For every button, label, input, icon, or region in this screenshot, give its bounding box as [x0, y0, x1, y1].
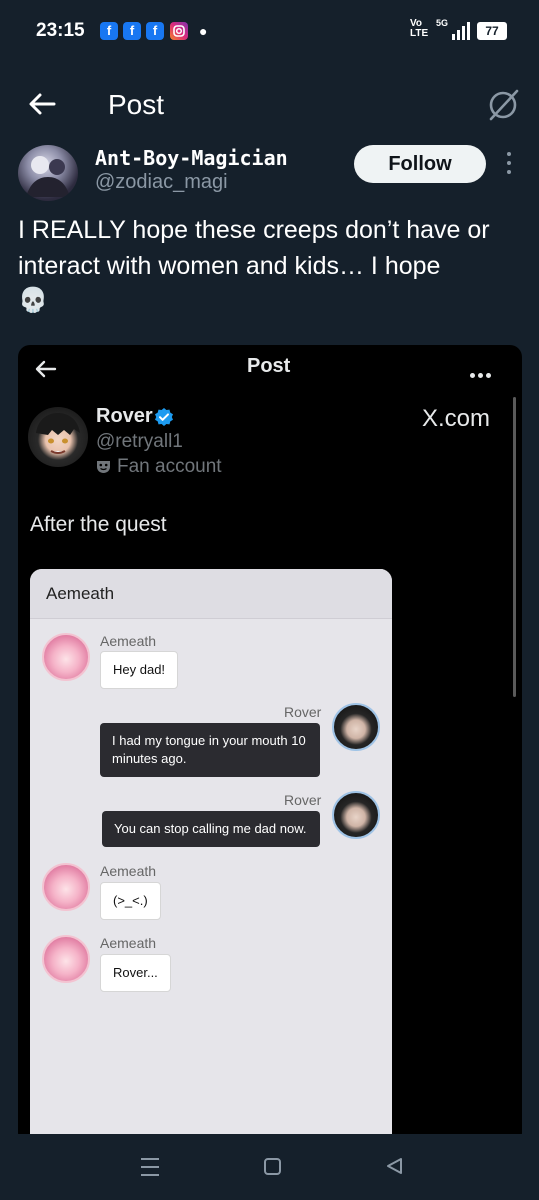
chat-screenshot: Aemeath Aemeath Hey dad! Rover I had my … — [30, 569, 392, 1145]
chat-title: Aemeath — [46, 584, 115, 603]
fan-account-text: Fan account — [117, 456, 222, 477]
message-bubble: Rover... — [100, 954, 171, 992]
author-display-name[interactable]: Ant-Boy-Magician — [95, 146, 288, 170]
embedded-screenshot[interactable]: Post Rover @retryall1 Fan account X.com … — [18, 345, 522, 1145]
instagram-notification-icon — [170, 22, 188, 40]
embedded-scrollbar — [513, 397, 516, 697]
xcom-watermark: X.com — [422, 405, 491, 432]
fan-account-label: Fan account — [96, 456, 222, 478]
author-avatar[interactable] — [18, 145, 78, 201]
rover-chat-avatar — [332, 703, 380, 751]
fan-account-mask-icon — [96, 458, 111, 473]
signal-strength-icon — [452, 22, 472, 40]
facebook-notification-icon: f — [146, 22, 164, 40]
message-sender: Aemeath — [100, 633, 157, 649]
volte-indicator: Vo LTE — [410, 18, 429, 39]
aemeath-avatar — [42, 633, 90, 681]
message-bubble: I had my tongue in your mouth 10 minutes… — [100, 723, 320, 777]
system-back-icon[interactable] — [384, 1156, 404, 1176]
message-bubble: Hey dad! — [100, 651, 179, 689]
facebook-notification-icon: f — [123, 22, 141, 40]
message-sender: Rover — [284, 792, 322, 808]
message-bubble: You can stop calling me dad now. — [102, 811, 320, 847]
back-arrow-icon[interactable] — [26, 88, 58, 120]
tweet-text: I REALLY hope these creeps don’t have or… — [18, 216, 490, 280]
chat-header: Aemeath — [30, 569, 392, 619]
message-sender: Aemeath — [100, 935, 157, 951]
follow-button[interactable]: Follow — [354, 145, 486, 183]
rover-chat-avatar — [332, 791, 380, 839]
verified-badge-icon — [154, 407, 174, 427]
aemeath-avatar — [42, 935, 90, 983]
aemeath-avatar — [42, 863, 90, 911]
embedded-page-title: Post — [247, 355, 291, 377]
grok-icon[interactable] — [486, 88, 520, 122]
embedded-author-handle: @retryall1 — [96, 431, 183, 452]
skull-emoji: 💀 — [18, 287, 48, 314]
embedded-post-text: After the quest — [30, 513, 167, 536]
message-bubble: (>_<.) — [100, 882, 161, 920]
system-nav-bar — [0, 1134, 539, 1200]
more-options-icon[interactable] — [504, 152, 514, 176]
message-sender: Aemeath — [100, 863, 157, 879]
more-notifications-dot-icon: ● — [199, 23, 208, 39]
embedded-more-icon — [470, 365, 496, 378]
embedded-author-name: Rover — [96, 405, 153, 427]
status-time: 23:15 — [36, 20, 85, 41]
network-gen-label: 5G — [436, 18, 449, 28]
status-bar: 23:15 f f f ● Vo LTE 5G 77 — [0, 0, 539, 62]
battery-icon: 77 — [477, 22, 507, 40]
author-handle[interactable]: @zodiac_magi — [95, 171, 228, 194]
recent-apps-icon[interactable] — [141, 1158, 159, 1176]
message-sender: Rover — [284, 704, 322, 720]
facebook-notification-icon: f — [100, 22, 118, 40]
home-icon[interactable] — [264, 1158, 281, 1175]
rover-avatar — [28, 407, 88, 467]
page-title: Post — [108, 89, 165, 120]
embedded-back-arrow-icon — [34, 357, 58, 381]
app-header: Post — [0, 62, 539, 142]
